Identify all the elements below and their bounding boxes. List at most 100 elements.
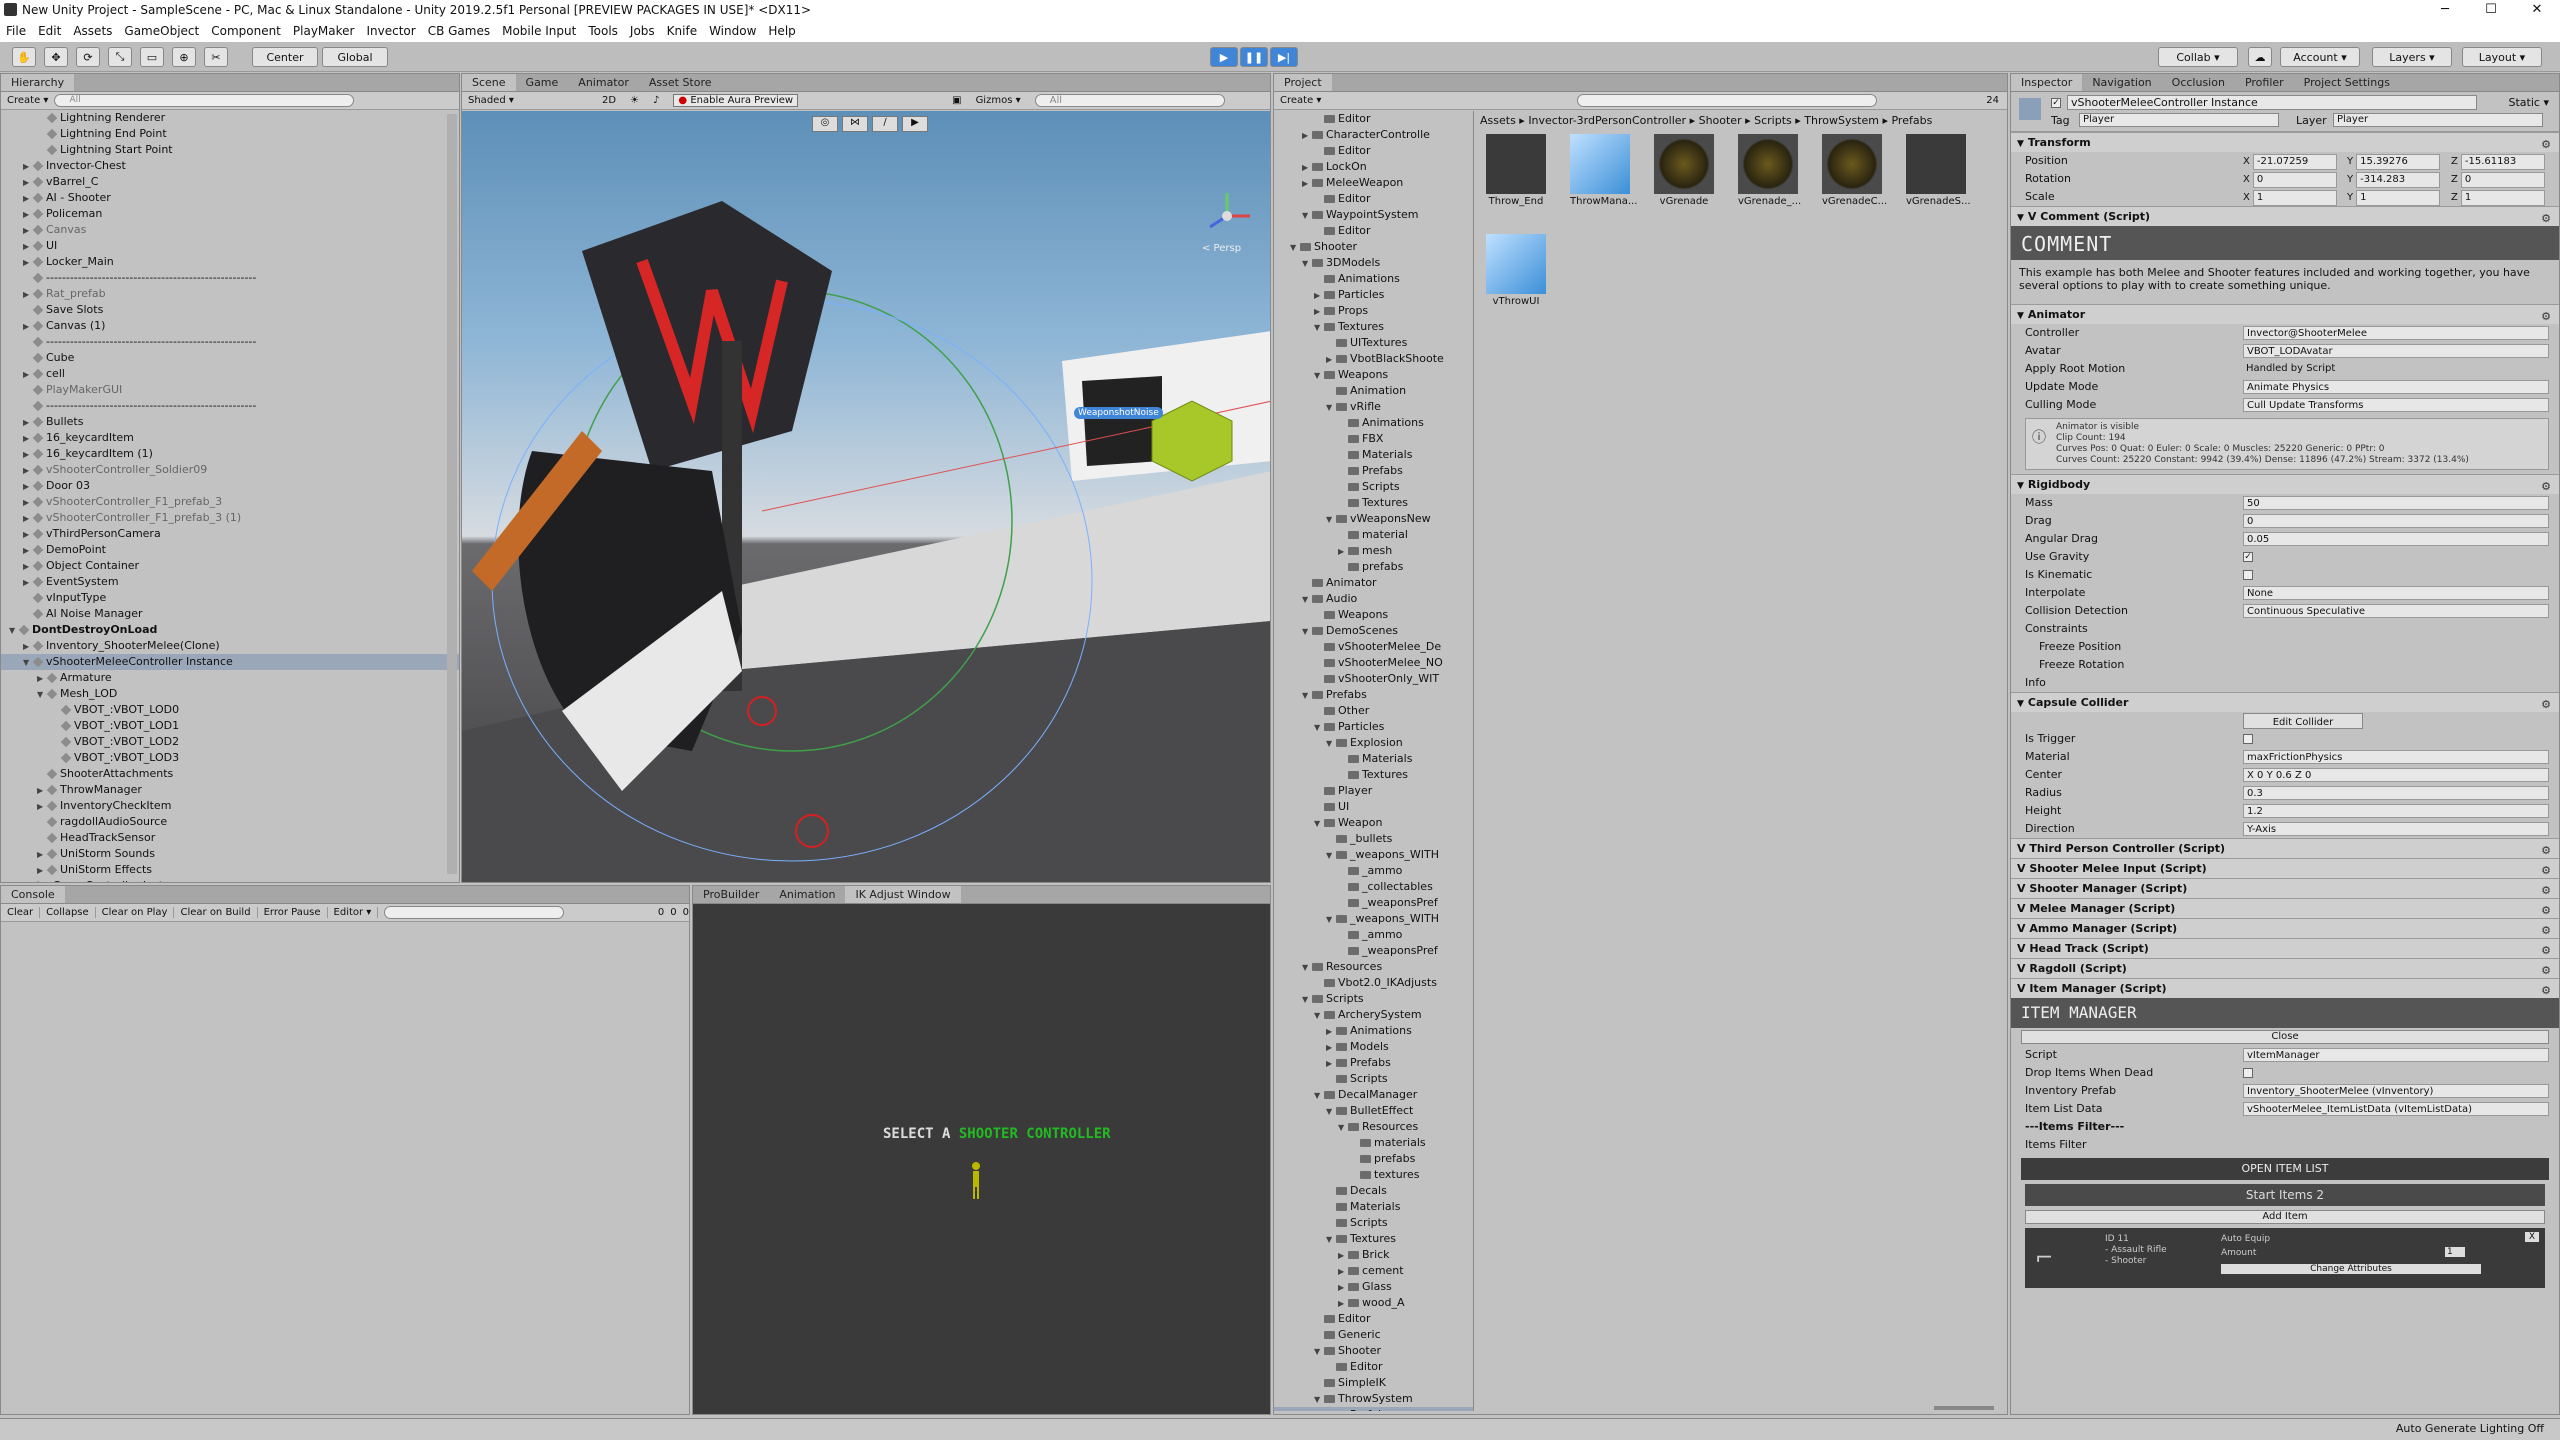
hierarchy-item[interactable]: VBOT_:VBOT_LOD2 <box>1 734 459 750</box>
console-editor--button[interactable]: Editor ▾ <box>334 907 379 918</box>
menu-item-file[interactable]: File <box>0 24 32 38</box>
project-folder[interactable]: ▶ wood_A <box>1274 1295 1473 1311</box>
asset-item[interactable]: vGrenade_... <box>1738 134 1801 207</box>
folder-expand-icon[interactable]: ▼ <box>1326 512 1336 528</box>
info-foldout[interactable]: Info <box>2011 674 2559 692</box>
project-folder[interactable]: ▶ cement <box>1274 1263 1473 1279</box>
expand-arrow-icon[interactable]: ▼ <box>37 687 47 703</box>
property-value-field[interactable]: maxFrictionPhysics <box>2243 750 2549 764</box>
folder-expand-icon[interactable]: ▶ <box>1314 304 1324 320</box>
play-button[interactable]: ▶ <box>1210 47 1238 67</box>
axis-value[interactable]: 0 <box>2460 172 2545 188</box>
folder-expand-icon[interactable]: ▶ <box>1338 1296 1348 1312</box>
thumbnail-size-slider[interactable] <box>1934 1406 1994 1410</box>
scale-tool-icon[interactable]: ⤡ <box>108 47 132 67</box>
axis-value[interactable]: 0 <box>2252 172 2337 188</box>
hierarchy-item[interactable]: ragdollAudioSource <box>1 814 459 830</box>
hierarchy-item[interactable]: ▶ Armature <box>1 670 459 686</box>
project-folder[interactable]: vShooterMelee_De <box>1274 639 1473 655</box>
folder-expand-icon[interactable]: ▼ <box>1314 1088 1324 1104</box>
position-y-field[interactable]: Y 15.39276 <box>2347 154 2441 170</box>
project-folder[interactable]: _bullets <box>1274 831 1473 847</box>
expand-arrow-icon[interactable]: ▶ <box>23 239 33 255</box>
maximize-button[interactable]: ☐ <box>2468 0 2514 20</box>
expand-arrow-icon[interactable]: ▶ <box>37 783 47 799</box>
expand-arrow-icon[interactable]: ▶ <box>23 319 33 335</box>
tab-asset-store[interactable]: Asset Store <box>639 74 722 91</box>
folder-expand-icon[interactable]: ▶ <box>1326 1056 1336 1072</box>
menu-item-component[interactable]: Component <box>205 24 287 38</box>
project-folder[interactable]: ▶ Particles <box>1274 287 1473 303</box>
start-items-header[interactable]: Start Items 2 <box>2025 1184 2545 1206</box>
project-folder[interactable]: Scripts <box>1274 479 1473 495</box>
expand-arrow-icon[interactable]: ▶ <box>23 207 33 223</box>
project-folder[interactable]: Vbot2.0_IKAdjusts <box>1274 975 1473 991</box>
shooter-controller-link[interactable]: SHOOTER CONTROLLER <box>959 1126 1111 1142</box>
object-name-field[interactable]: vShooterMeleeController Instance <box>2067 95 2477 110</box>
rect-tool-icon[interactable]: ▭ <box>140 47 164 67</box>
hierarchy-item[interactable]: ▶ vShooterController_Soldier09 <box>1 462 459 478</box>
folder-expand-icon[interactable]: ▼ <box>1302 208 1312 224</box>
project-folder[interactable]: ▼ 3DModels <box>1274 255 1473 271</box>
folder-expand-icon[interactable]: ▼ <box>1326 1104 1336 1120</box>
info-count[interactable]: 0 <box>658 907 664 918</box>
project-folder[interactable]: ▼ Particles <box>1274 719 1473 735</box>
custom-tool-icon[interactable]: ✂ <box>204 47 228 67</box>
hierarchy-item[interactable]: ▶ Canvas <box>1 222 459 238</box>
script-component-header[interactable]: V Head Track (Script) ⚙ <box>2011 938 2559 958</box>
foldout-arrow-icon[interactable]: ▼ <box>2017 481 2024 491</box>
move-tool-icon[interactable]: ✥ <box>44 47 68 67</box>
account-button[interactable]: Account ▾ <box>2280 47 2360 67</box>
property-value-field[interactable]: Inventory_ShooterMelee (vInventory) <box>2243 1084 2549 1098</box>
project-folder[interactable]: ▼ WaypointSystem <box>1274 207 1473 223</box>
project-folder[interactable]: textures <box>1274 1167 1473 1183</box>
hierarchy-item[interactable]: ▶ vThirdPersonCamera <box>1 526 459 542</box>
project-folder[interactable]: Prefabs <box>1274 1407 1473 1411</box>
tab-game[interactable]: Game <box>516 74 569 91</box>
active-checkbox[interactable]: ✓ <box>2051 98 2061 108</box>
expand-arrow-icon[interactable]: ▶ <box>23 431 33 447</box>
tab-probuilder[interactable]: ProBuilder <box>693 886 769 903</box>
folder-expand-icon[interactable]: ▼ <box>1302 960 1312 976</box>
folder-expand-icon[interactable]: ▼ <box>1314 368 1324 384</box>
folder-expand-icon[interactable]: ▼ <box>1302 688 1312 704</box>
property-value-field[interactable]: Animate Physics <box>2243 380 2549 394</box>
expand-arrow-icon[interactable]: ▶ <box>23 367 33 383</box>
folder-expand-icon[interactable]: ▼ <box>1314 720 1324 736</box>
project-folder[interactable]: ▼ Shooter <box>1274 1343 1473 1359</box>
expand-arrow-icon[interactable]: ▶ <box>23 159 33 175</box>
property-value-field[interactable]: 50 <box>2243 496 2549 510</box>
expand-arrow-icon[interactable]: ▶ <box>23 415 33 431</box>
pivot-center-toggle[interactable]: Center <box>252 47 318 67</box>
script-component-header[interactable]: V Item Manager (Script) ⚙ <box>2011 978 2559 998</box>
tab-navigation[interactable]: Navigation <box>2082 74 2161 91</box>
axis-value[interactable]: 1 <box>2460 190 2545 206</box>
property-value-field[interactable]: Cull Update Transforms <box>2243 398 2549 412</box>
console-clear-on-build-button[interactable]: Clear on Build <box>180 907 258 918</box>
scale-z-field[interactable]: Z1 <box>2451 190 2545 206</box>
property-checkbox[interactable] <box>2243 570 2253 580</box>
project-folder[interactable]: ▼ Weapon <box>1274 815 1473 831</box>
tab-hierarchy[interactable]: Hierarchy <box>1 74 75 91</box>
script-component-header[interactable]: V Ragdoll (Script) ⚙ <box>2011 958 2559 978</box>
asset-item[interactable]: vGrenadeS... <box>1906 134 1971 207</box>
folder-expand-icon[interactable]: ▶ <box>1338 1280 1348 1296</box>
animator-component-header[interactable]: ▼ Animator ⚙ <box>2011 304 2559 324</box>
folder-expand-icon[interactable]: ▼ <box>1302 624 1312 640</box>
expand-arrow-icon[interactable]: ▶ <box>23 559 33 575</box>
folder-expand-icon[interactable]: ▼ <box>1314 320 1324 336</box>
project-folder[interactable]: SimpleIK <box>1274 1375 1473 1391</box>
hierarchy-item[interactable]: ▶ InventoryCheckItem <box>1 798 459 814</box>
project-folder[interactable]: ▶ Models <box>1274 1039 1473 1055</box>
gizmos-dropdown[interactable]: Gizmos ▾ <box>976 95 1021 106</box>
property-value-field[interactable]: Handled by Script <box>2243 362 2549 376</box>
expand-arrow-icon[interactable]: ▶ <box>23 543 33 559</box>
project-folder[interactable]: prefabs <box>1274 559 1473 575</box>
hierarchy-item[interactable]: ▶ cell <box>1 366 459 382</box>
scale-x-field[interactable]: X1 <box>2243 190 2337 206</box>
hierarchy-create-button[interactable]: Create ▾ <box>7 95 48 106</box>
foldout-arrow-icon[interactable]: ▼ <box>2017 213 2024 223</box>
hierarchy-item[interactable]: ▶ 16_keycardItem (1) <box>1 446 459 462</box>
expand-arrow-icon[interactable]: ▶ <box>23 447 33 463</box>
project-folder[interactable]: Scripts <box>1274 1215 1473 1231</box>
